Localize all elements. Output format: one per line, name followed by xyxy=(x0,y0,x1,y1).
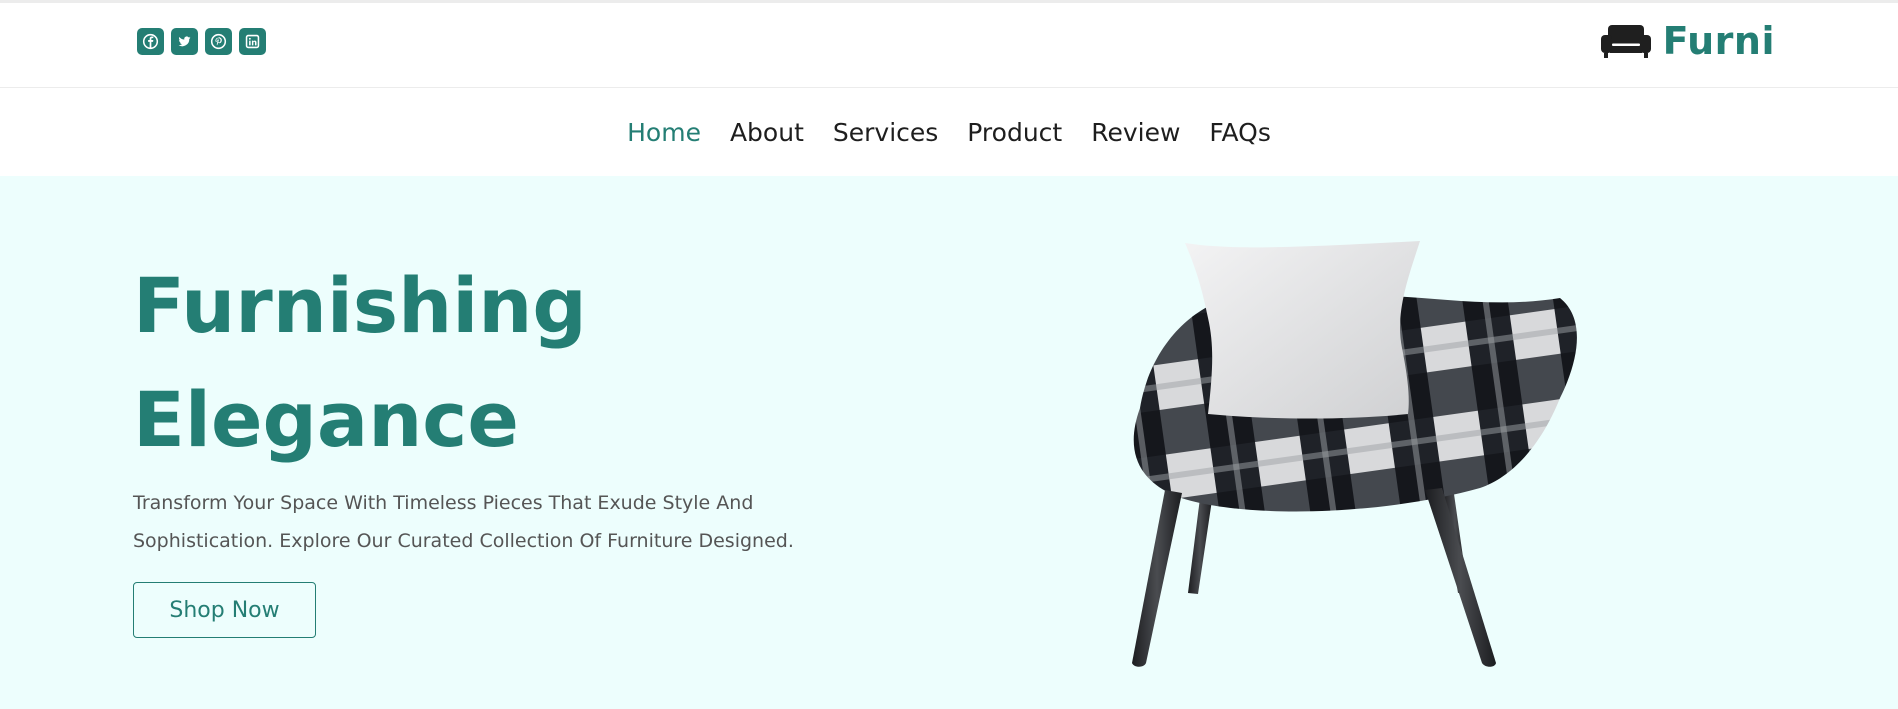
linkedin-icon xyxy=(245,34,260,49)
nav-item-services[interactable]: Services xyxy=(833,118,938,147)
hero-description-line-1: Transform Your Space With Timeless Piece… xyxy=(133,492,754,514)
top-bar: Furni xyxy=(0,3,1898,88)
nav-item-review[interactable]: Review xyxy=(1091,118,1180,147)
nav-item-about[interactable]: About xyxy=(730,118,804,147)
sofa-icon xyxy=(1600,23,1651,59)
nav-item-product[interactable]: Product xyxy=(967,118,1062,147)
nav-item-faqs[interactable]: FAQs xyxy=(1209,118,1270,147)
twitter-link[interactable] xyxy=(171,28,198,55)
twitter-icon xyxy=(178,36,191,47)
hero-title-line-1: Furnishing xyxy=(133,261,587,350)
social-links xyxy=(137,28,266,55)
armchair-image xyxy=(1132,241,1577,667)
hero-title-line-2: Elegance xyxy=(133,375,519,464)
facebook-link[interactable] xyxy=(137,28,164,55)
facebook-icon xyxy=(142,33,159,50)
hero-description-line-2: Sophistication. Explore Our Curated Coll… xyxy=(133,530,794,552)
main-nav: Home About Services Product Review FAQs xyxy=(0,89,1898,176)
nav-item-home[interactable]: Home xyxy=(627,118,701,147)
pinterest-icon xyxy=(210,33,227,50)
linkedin-link[interactable] xyxy=(239,28,266,55)
brand-logo[interactable]: Furni xyxy=(1600,19,1775,63)
hero-section: Furnishing Elegance Transform Your Space… xyxy=(0,176,1898,709)
hero-description: Transform Your Space With Timeless Piece… xyxy=(133,484,833,560)
hero-title: Furnishing Elegance xyxy=(133,249,587,477)
shop-now-button[interactable]: Shop Now xyxy=(133,582,316,638)
pinterest-link[interactable] xyxy=(205,28,232,55)
brand-name: Furni xyxy=(1662,19,1775,63)
